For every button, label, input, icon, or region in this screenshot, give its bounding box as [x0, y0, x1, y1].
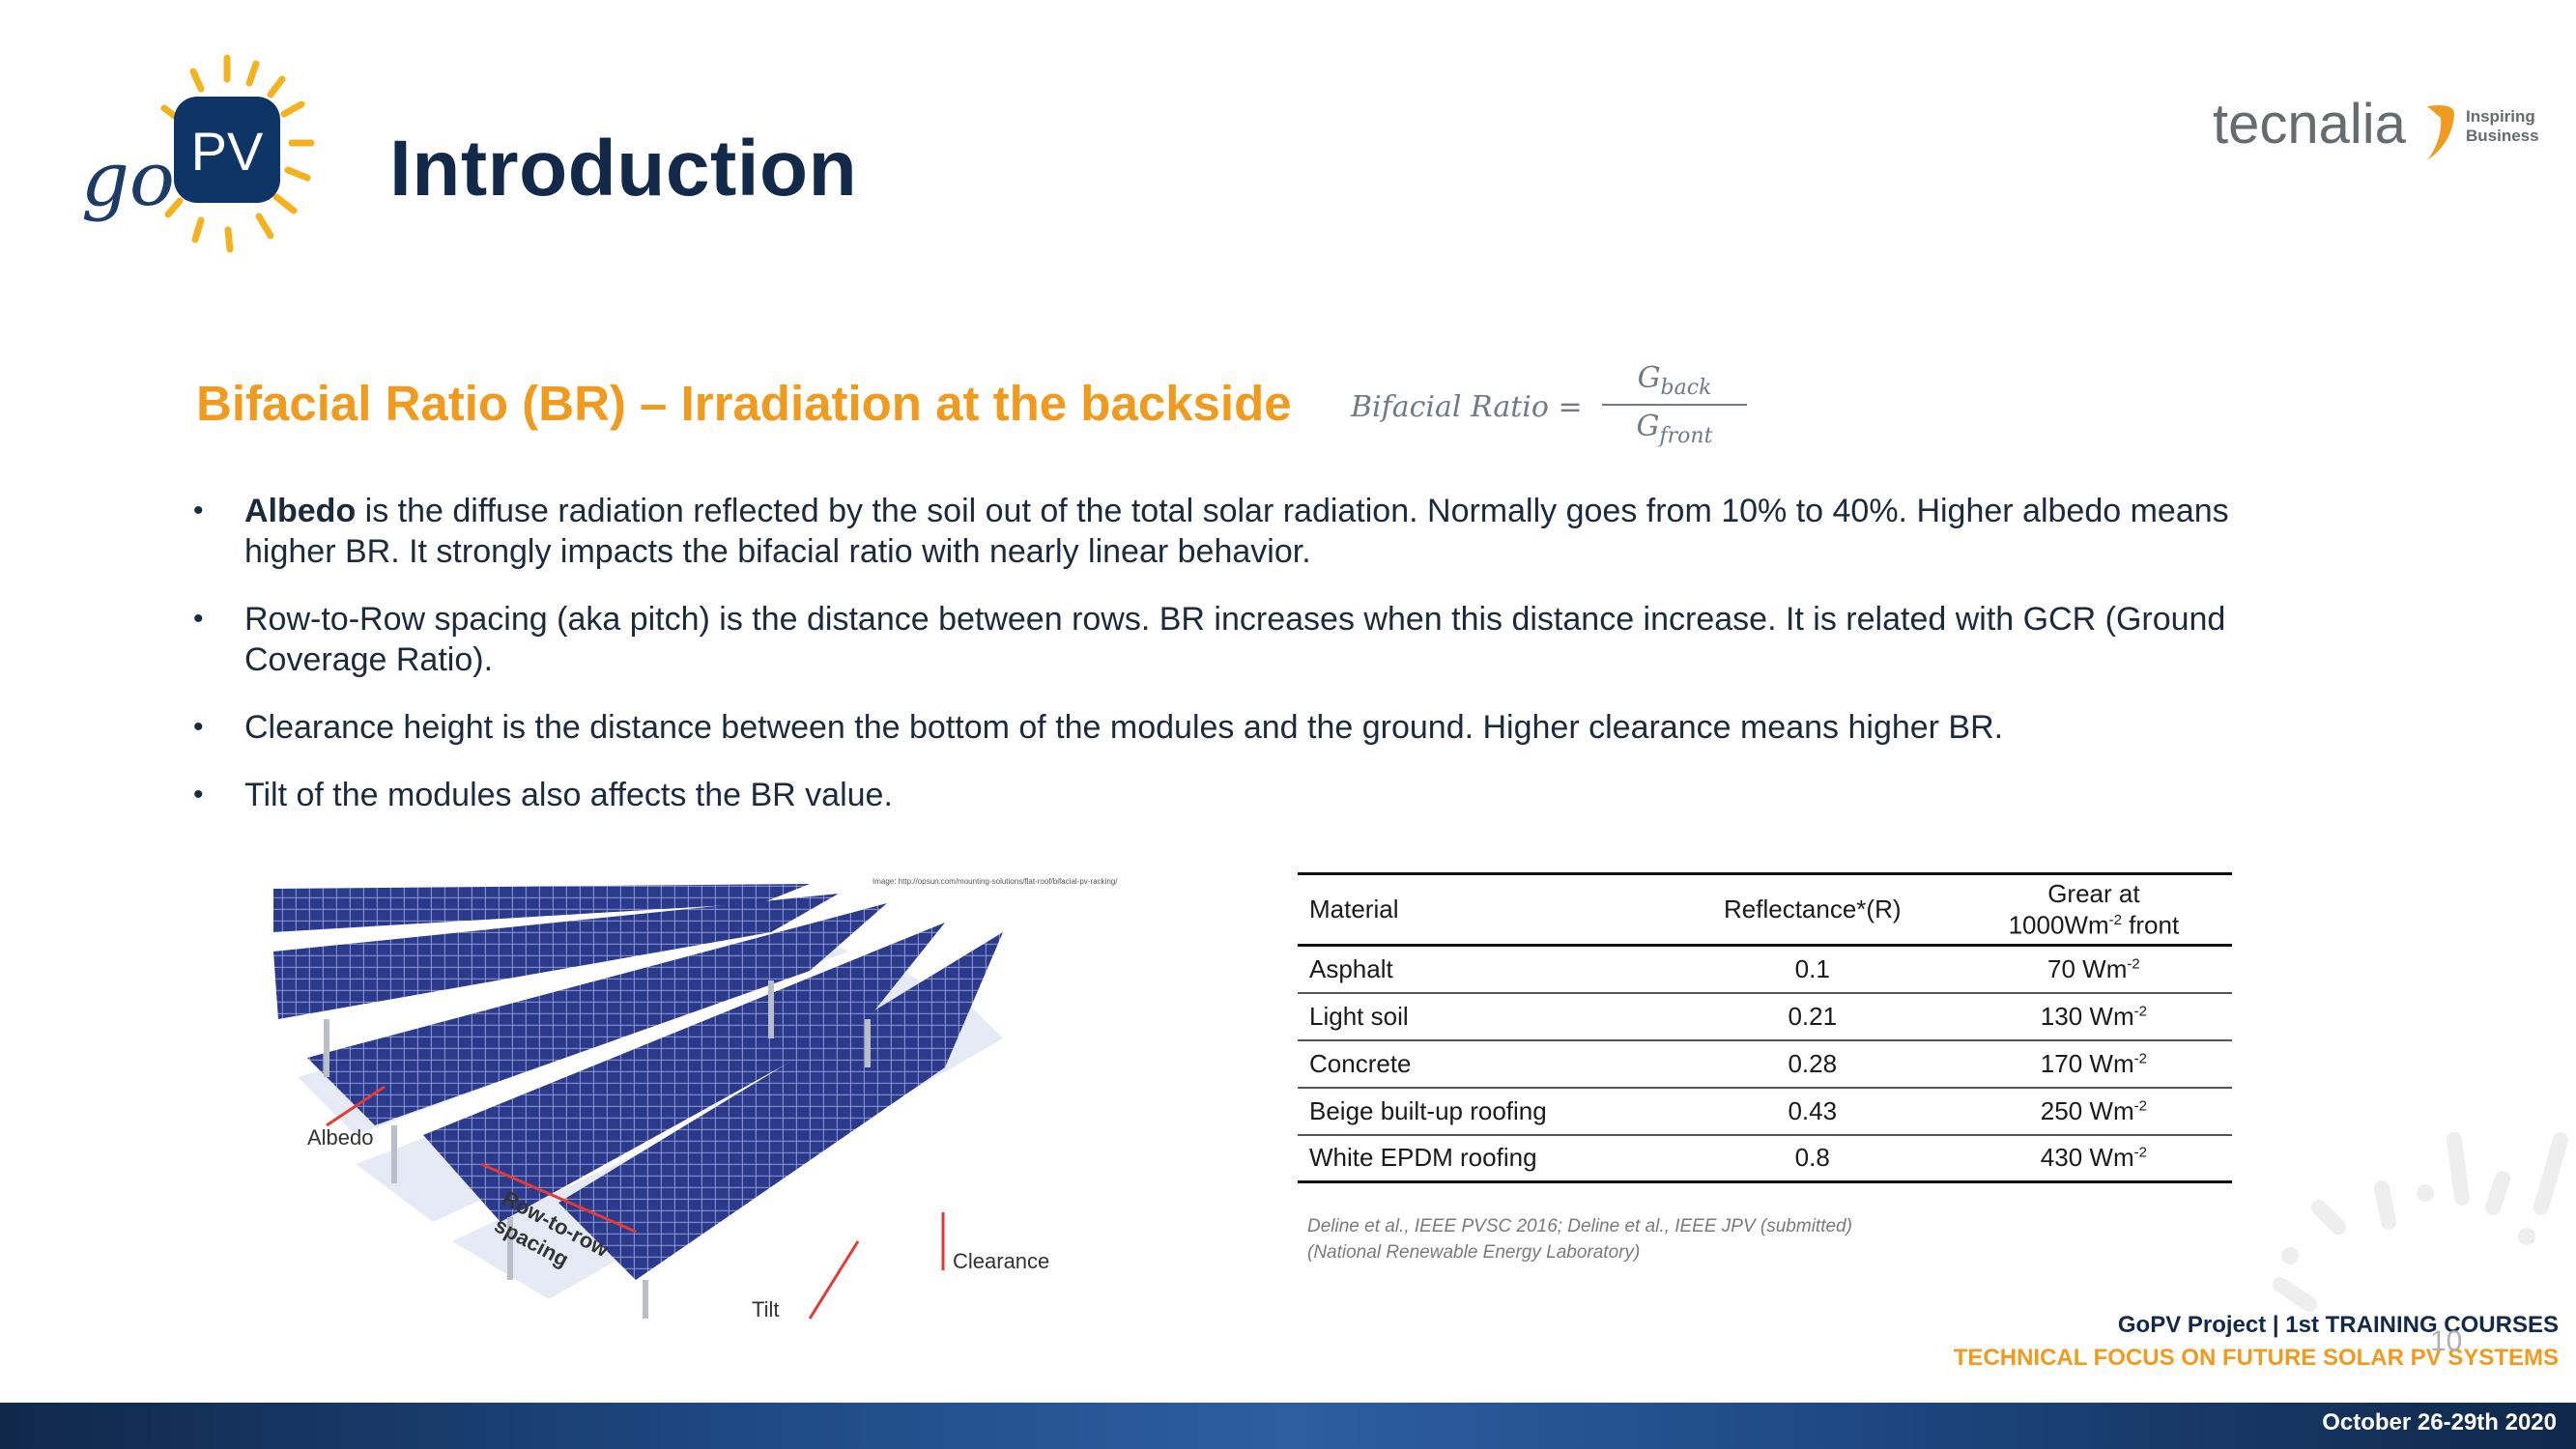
page-number: 10 — [2430, 1325, 2463, 1357]
col-grear-line2: 1000Wm — [2008, 910, 2109, 940]
formula-lhs: Bifacial Ratio = — [1351, 390, 1583, 424]
col-material: Material — [1309, 895, 1399, 923]
svg-text:go: go — [81, 136, 175, 223]
table-row: Beige built-up roofing 0.43 250 Wm-2 — [1298, 1088, 2232, 1135]
cell-grear-value: 70 Wm — [2047, 953, 2128, 983]
bullet-bold-term: Albedo — [244, 493, 357, 529]
cell-grear-value: 130 Wm — [2040, 1001, 2134, 1031]
bullet-text: is the diffuse radiation reflected by th… — [244, 493, 2229, 570]
label-clearance: Clearance — [953, 1249, 1049, 1273]
denominator-symbol: G — [1636, 410, 1660, 443]
formula-numerator: Gback — [1602, 361, 1747, 400]
svg-text:Business: Business — [2466, 127, 2539, 145]
panel-rows — [273, 884, 1003, 1280]
bullet-item: Clearance height is the distance between… — [193, 707, 2280, 748]
col-reflectance: Reflectance*(R) — [1724, 895, 1902, 923]
cell-reflectance: 0.1 — [1794, 953, 1830, 983]
table-row: Asphalt 0.1 70 Wm-2 — [1298, 946, 2232, 993]
svg-text:tecnalia: tecnalia — [2213, 93, 2407, 156]
cell-grear-sup: -2 — [2133, 1144, 2147, 1161]
bifacial-pv-array-image: Albedo Row-to-row spacing Clearance Tilt… — [273, 877, 1118, 1321]
reflectance-table: Material Reflectance*(R) Grear at 1000Wm… — [1298, 872, 2232, 1183]
col-grear-sup: -2 — [2108, 912, 2122, 929]
cell-reflectance: 0.21 — [1788, 1001, 1838, 1031]
numerator-symbol: G — [1637, 361, 1661, 395]
tecnalia-logo: tecnalia Inspiring Business — [2213, 93, 2539, 160]
table-row: White EPDM roofing 0.8 430 Wm-2 — [1298, 1135, 2232, 1182]
svg-text:Inspiring: Inspiring — [2466, 107, 2535, 126]
table-row: Concrete 0.28 170 Wm-2 — [1298, 1040, 2232, 1088]
source-line-2: (National Renewable Energy Laboratory) — [1307, 1242, 1641, 1263]
cell-grear: 430 Wm-2 — [1956, 1135, 2232, 1182]
cell-reflectance: 0.43 — [1788, 1095, 1838, 1125]
bullet-item: Row-to-Row spacing (aka pitch) is the di… — [193, 599, 2280, 680]
formula-denominator: Gfront — [1602, 410, 1747, 448]
cell-reflectance: 0.28 — [1788, 1048, 1838, 1078]
albedo-table: Material Reflectance*(R) Grear at 1000Wm… — [1298, 872, 2232, 1183]
page-title: Introduction — [389, 125, 858, 213]
gopv-logo: PV go — [81, 54, 315, 253]
event-date: October 26-29th 2020 — [2322, 1409, 2557, 1435]
cell-grear-value: 250 Wm — [2040, 1095, 2134, 1125]
cell-material: Beige built-up roofing — [1309, 1095, 1547, 1125]
cell-material: White EPDM roofing — [1309, 1143, 1537, 1173]
cell-material: Light soil — [1309, 1001, 1409, 1031]
bullet-item: Tilt of the modules also affects the BR … — [193, 775, 2280, 815]
cell-grear-value: 170 Wm — [2040, 1048, 2134, 1078]
footer-course-line: TECHNICAL FOCUS ON FUTURE SOLAR PV SYSTE… — [1953, 1345, 2559, 1371]
table-row: Light soil 0.21 130 Wm-2 — [1298, 993, 2232, 1040]
col-grear-line2-end: front — [2121, 910, 2180, 940]
cell-grear-sup: -2 — [2133, 1096, 2147, 1114]
bullet-text: Row-to-Row spacing (aka pitch) is the di… — [244, 601, 2226, 678]
table-source-note: Deline et al., IEEE PVSC 2016; Deline et… — [1307, 1213, 1852, 1265]
formula-fraction: Gback Gfront — [1602, 361, 1747, 448]
cell-grear: 70 Wm-2 — [1956, 946, 2232, 993]
bullet-item: Albedo is the diffuse radiation reflecte… — [193, 491, 2280, 572]
label-tilt: Tilt — [752, 1297, 780, 1321]
cell-grear: 130 Wm-2 — [1956, 993, 2232, 1040]
fraction-bar — [1602, 404, 1747, 406]
tecnalia-swoosh-icon — [2427, 105, 2454, 160]
numerator-subscript: back — [1660, 376, 1712, 400]
svg-text:PV: PV — [191, 121, 264, 182]
cell-reflectance: 0.8 — [1794, 1143, 1830, 1173]
source-line-1: Deline et al., IEEE PVSC 2016; Deline et… — [1307, 1216, 1852, 1236]
cell-grear-sup: -2 — [2133, 1002, 2147, 1019]
bottom-bar — [0, 1403, 2576, 1449]
label-albedo: Albedo — [307, 1125, 374, 1150]
cell-grear: 250 Wm-2 — [1956, 1088, 2232, 1135]
section-heading: Bifacial Ratio (BR) – Irradiation at the… — [196, 376, 1292, 431]
cell-material: Concrete — [1309, 1048, 1412, 1078]
bullet-text: Tilt of the modules also affects the BR … — [244, 777, 893, 813]
denominator-subscript: front — [1659, 424, 1713, 448]
col-grear-line1: Grear at — [2047, 879, 2140, 909]
image-credit: Image: http://opsun.com/mounting-solutio… — [873, 877, 1118, 886]
footer-project-line: GoPV Project | 1st TRAINING COURSES — [2117, 1312, 2559, 1338]
bullet-list: Albedo is the diffuse radiation reflecte… — [193, 491, 2280, 842]
cell-grear-sup: -2 — [2133, 1049, 2147, 1066]
cell-grear-sup: -2 — [2127, 955, 2140, 973]
cell-material: Asphalt — [1309, 953, 1393, 983]
table-header-row: Material Reflectance*(R) Grear at 1000Wm… — [1298, 873, 2232, 946]
bullet-text: Clearance height is the distance between… — [244, 709, 2004, 746]
cell-grear-value: 430 Wm — [2040, 1143, 2134, 1173]
col-grear: Grear at 1000Wm-2 front — [1956, 874, 2232, 946]
cell-grear: 170 Wm-2 — [1956, 1040, 2232, 1088]
